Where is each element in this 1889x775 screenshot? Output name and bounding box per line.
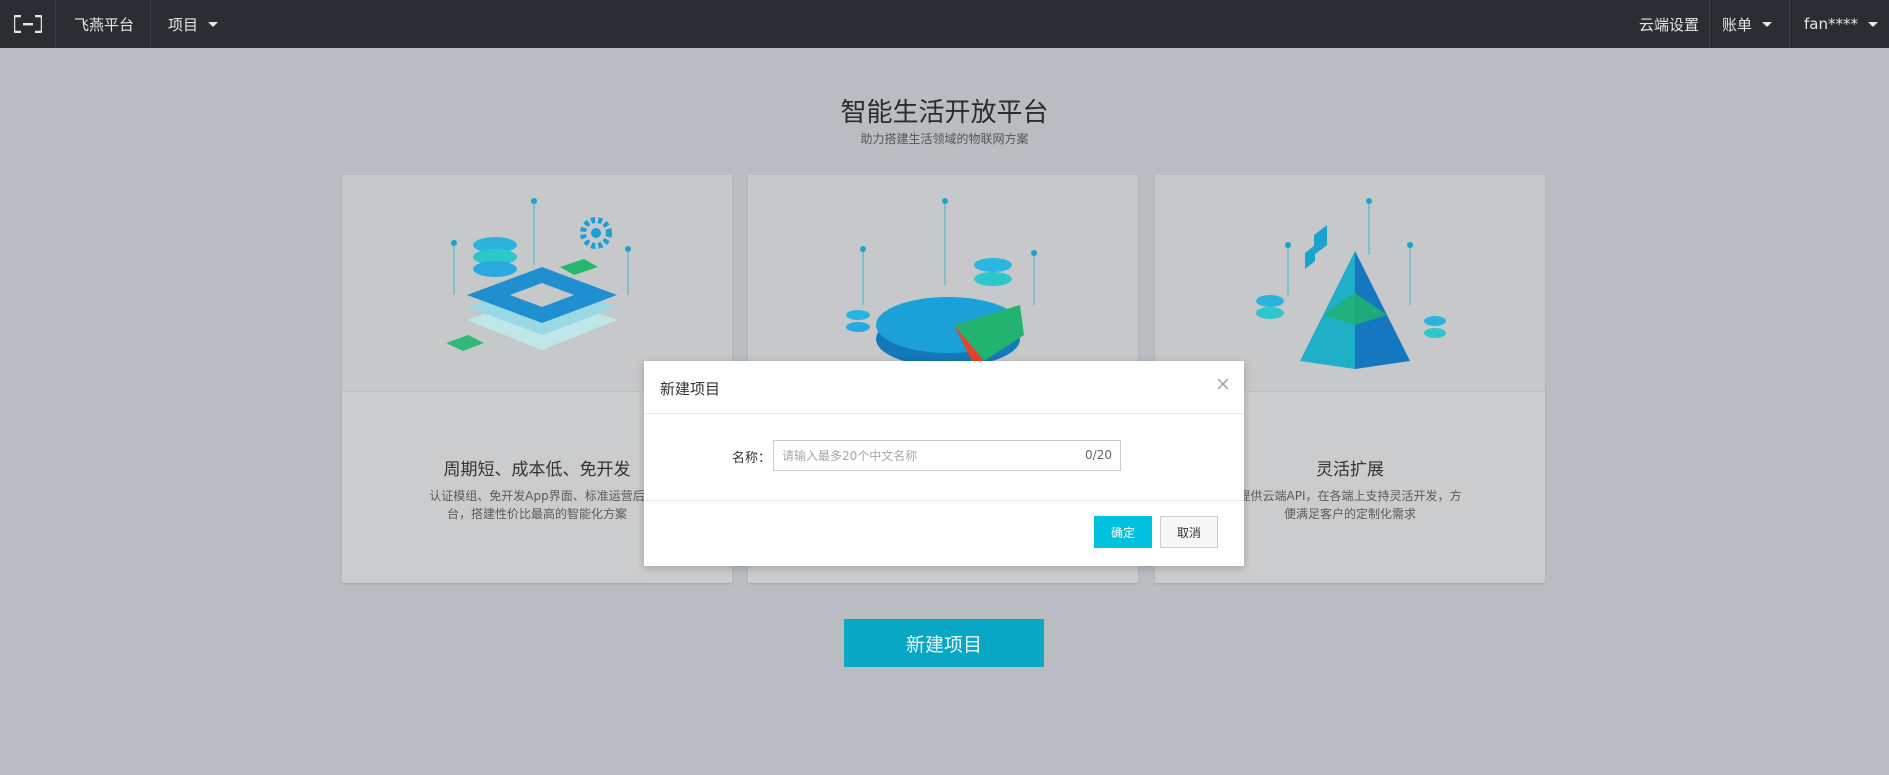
platform-label: 飞燕平台 — [74, 15, 135, 34]
pyramid-illustration — [1155, 175, 1545, 392]
dialog-title: 新建项目 — [660, 380, 721, 398]
username: fan**** — [1804, 15, 1858, 33]
dialog-footer — [644, 500, 1244, 567]
card-description: 认证模组、免开发App界面、标准运营后台，搭建性价比最高的智能化方案 — [429, 489, 645, 521]
pie-chart-illustration — [748, 175, 1138, 392]
billing-menu-label: 账单 — [1722, 15, 1753, 34]
project-menu[interactable]: 项目 — [168, 0, 238, 48]
new-project-dialog: 新建项目 名称： 0/20 确定 取消 — [644, 361, 1244, 566]
cloud-settings-label: 云端设置 — [1639, 15, 1700, 34]
top-navigation-bar: 飞燕平台 项目 云端设置 账单 fan**** — [0, 0, 1889, 48]
card-description: 提供云端API，在各端上支持灵活开发，方便满足客户的定制化需求 — [1238, 489, 1462, 521]
layers-illustration — [342, 175, 732, 392]
cloud-settings-link[interactable]: 云端设置 — [1628, 0, 1710, 48]
char-counter: 0/20 — [1085, 448, 1112, 462]
platform-link[interactable]: 飞燕平台 — [56, 0, 151, 48]
user-menu[interactable]: fan**** — [1790, 0, 1889, 48]
close-icon[interactable] — [1212, 373, 1234, 395]
chevron-down-icon — [1762, 21, 1773, 27]
home-logo-icon[interactable] — [0, 0, 56, 48]
dialog-header: 新建项目 — [644, 361, 1244, 414]
name-field-wrapper: 0/20 — [773, 440, 1121, 471]
confirm-button[interactable]: 确定 — [1094, 516, 1152, 548]
cancel-button[interactable]: 取消 — [1160, 516, 1218, 548]
chevron-down-icon — [208, 21, 219, 27]
billing-menu[interactable]: 账单 — [1710, 0, 1790, 48]
page-title: 智能生活开放平台 — [840, 98, 1049, 128]
project-menu-label: 项目 — [168, 15, 199, 34]
chevron-down-icon — [1867, 21, 1878, 27]
project-name-input[interactable] — [774, 441, 1074, 470]
new-project-button[interactable]: 新建项目 — [844, 619, 1044, 667]
name-label: 名称： — [732, 451, 772, 466]
page-subtitle: 助力搭建生活领域的物联网方案 — [860, 132, 1029, 146]
